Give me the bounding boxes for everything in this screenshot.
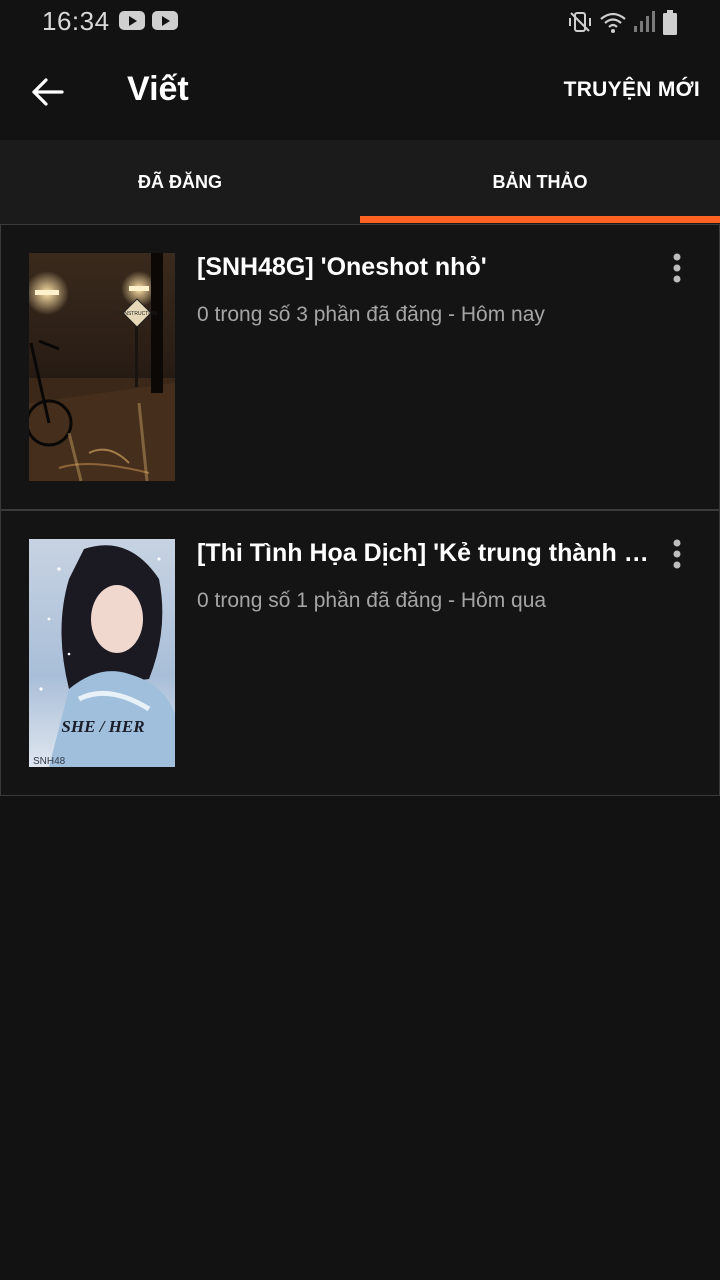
story-meta: 0 trong số 1 phần đã đăng - Hôm qua [197, 589, 547, 612]
mute-vibrate-icon [569, 12, 591, 32]
app-bar: Viết TRUYỆN MỚI [0, 44, 720, 140]
cover-sign-text: CONSTRUCTION [117, 311, 158, 317]
tab-published[interactable]: ĐÃ ĐĂNG [0, 140, 360, 224]
status-bar: 16:34 [0, 0, 720, 44]
story-meta: 0 trong số 3 phần đã đăng - Hôm nay [197, 303, 545, 326]
story-cover-image: SHE / HER SNH48 [29, 539, 175, 767]
status-time: 16:34 [42, 6, 110, 36]
story-card[interactable]: SHE / HER SNH48 [Thi Tình Họa Dịch] 'Kẻ … [0, 510, 720, 796]
new-story-button[interactable]: TRUYỆN MỚI [564, 78, 700, 102]
back-arrow-icon[interactable] [30, 74, 66, 110]
page-title: Viết [127, 70, 189, 108]
signal-icon [634, 11, 655, 32]
story-title: [SNH48G] 'Oneshot nhỏ' [197, 253, 487, 281]
cover-small-text: SNH48 [33, 756, 66, 767]
cover-title-text: SHE / HER [61, 717, 144, 736]
more-vertical-icon[interactable] [665, 251, 689, 285]
youtube-icon [152, 11, 178, 30]
story-title: [Thi Tình Họa Dịch] 'Kẻ trung thành vô .… [197, 539, 649, 567]
battery-icon [663, 10, 677, 35]
tab-drafts[interactable]: BẢN THẢO [360, 140, 720, 224]
youtube-icon [119, 11, 145, 30]
tab-selected-indicator [360, 216, 720, 223]
more-vertical-icon[interactable] [665, 537, 689, 571]
story-cover-image: CONSTRUCTION [29, 253, 175, 481]
wifi-icon [600, 12, 626, 33]
tab-bar: ĐÃ ĐĂNG BẢN THẢO [0, 140, 720, 224]
story-card[interactable]: CONSTRUCTION [SNH48G] 'Oneshot nhỏ' 0 tr… [0, 224, 720, 510]
